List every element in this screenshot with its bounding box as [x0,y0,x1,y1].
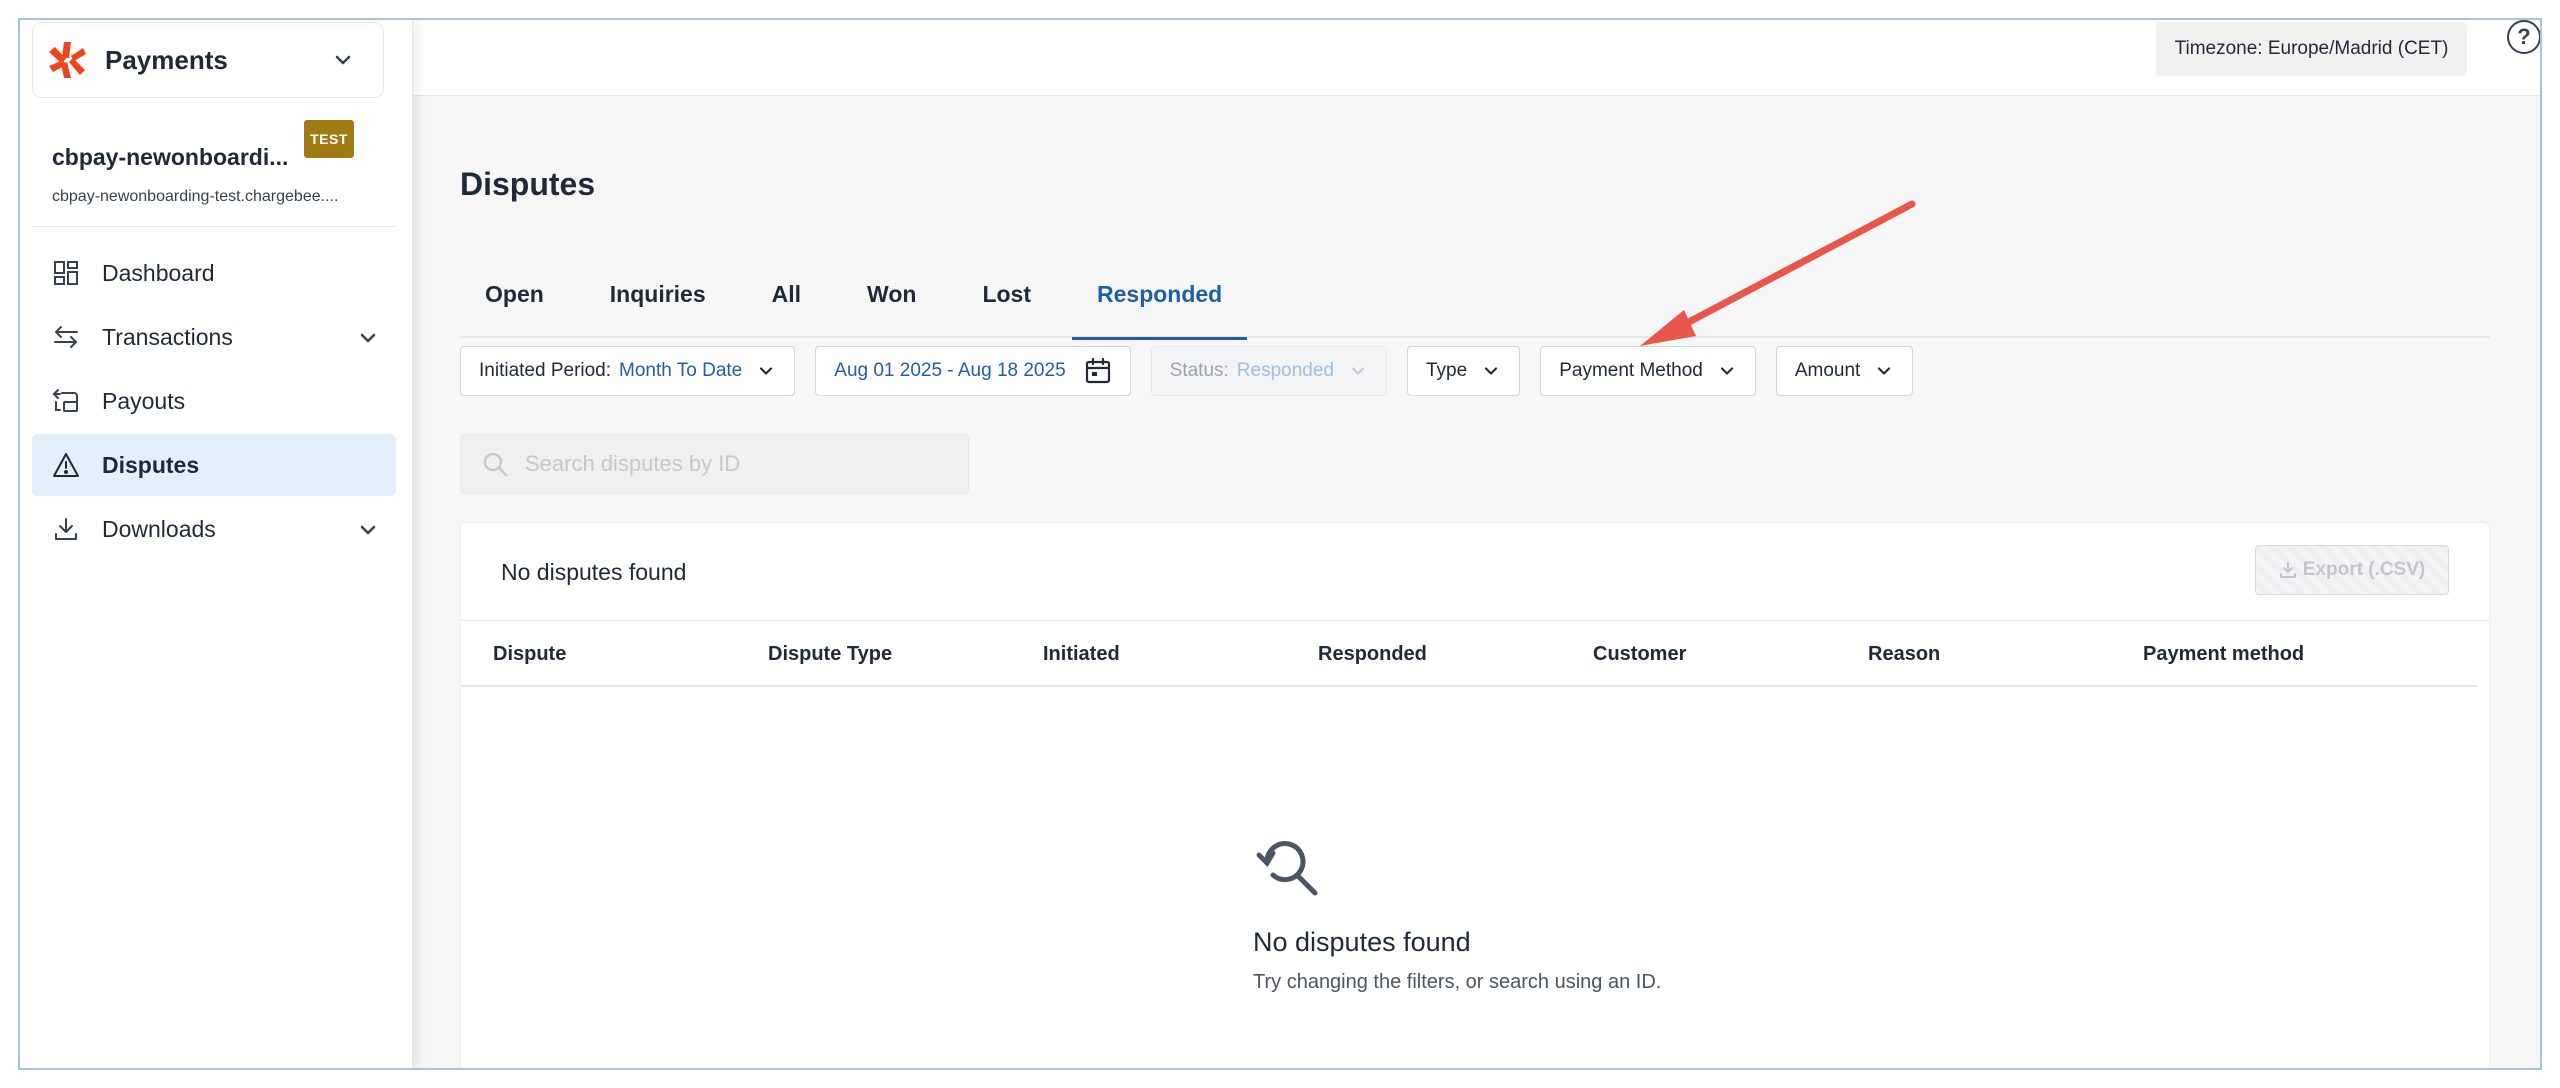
export-csv-button[interactable]: Export (.CSV) [2255,545,2449,595]
page-title: Disputes [460,166,596,202]
sidebar-item-label: Dashboard [102,259,215,286]
tab-inquiries[interactable]: Inquiries [585,250,731,338]
filter-label: Initiated Period: [479,360,612,381]
date-range-picker[interactable]: Aug 01 2025 - Aug 18 2025 [815,346,1131,396]
date-range-value: Aug 01 2025 - Aug 18 2025 [834,360,1066,381]
filter-label: Status: [1169,360,1229,381]
table-status-text: No disputes found [501,559,687,585]
chevron-down-icon [1351,367,1365,375]
column-header-dispute-type: Dispute Type [768,643,893,665]
top-bar: Timezone: Europe/Madrid (CET) ? [413,20,2540,96]
site-name: cbpay-newonboardi... [52,144,289,170]
sidebar-nav: Dashboard Transactions Payouts Disputes … [32,242,396,562]
type-filter[interactable]: Type [1407,346,1521,396]
disputes-table-card: No disputes found Export (.CSV) Dispute … [460,522,2490,1068]
sidebar-divider [32,226,396,227]
app-window: Payments cbpay-newonboardi... TEST cbpay… [18,18,2542,1070]
dashboard-icon [52,259,80,287]
empty-state-subtitle: Try changing the filters, or search usin… [1253,971,1662,993]
payout-icon [52,387,80,415]
empty-state: No disputes found Try changing the filte… [461,687,2489,1068]
sidebar-item-payouts[interactable]: Payouts [32,370,396,432]
search-icon [483,452,508,477]
test-mode-badge: TEST [304,120,354,158]
filter-label: Payment Method [1559,360,1703,381]
search-box [460,434,969,494]
sidebar-item-label: Payouts [102,387,186,414]
filter-label: Amount [1794,360,1861,381]
chevron-down-icon[interactable] [356,326,380,350]
chevron-down-icon[interactable] [356,518,380,542]
status-filter: Status: Responded [1150,346,1387,396]
tab-responded[interactable]: Responded [1072,250,1248,340]
warning-triangle-icon [52,451,80,479]
sidebar-item-disputes[interactable]: Disputes [32,434,396,496]
export-label: Export (.CSV) [2302,559,2426,580]
sidebar-item-label: Transactions [102,323,233,350]
app-name: Payments [105,44,228,75]
tab-won[interactable]: Won [842,250,941,338]
column-header-customer: Customer [1593,643,1687,665]
help-icon[interactable]: ? [2507,20,2540,54]
search-input[interactable] [525,451,945,477]
filter-bar: Initiated Period: Month To Date Aug 01 2… [460,346,1933,396]
sidebar-item-label: Disputes [102,451,200,478]
column-header-responded: Responded [1318,643,1427,665]
chevron-down-icon [1485,367,1498,375]
chevron-down-icon [1878,367,1891,375]
sidebar-item-downloads[interactable]: Downloads [32,498,396,560]
app-switcher[interactable]: Payments [32,22,384,98]
empty-state-title: No disputes found [1253,927,1471,957]
amount-filter[interactable]: Amount [1775,346,1914,396]
sidebar: Payments cbpay-newonboardi... TEST cbpay… [20,20,413,1068]
dispute-tabs: Open Inquiries All Won Lost Responded [460,250,2490,340]
filter-value: Responded [1236,360,1334,381]
chevron-down-icon [1720,367,1733,375]
filter-value: Month To Date [619,360,743,381]
chevron-down-icon [760,367,773,375]
sidebar-item-transactions[interactable]: Transactions [32,306,396,368]
table-header-bar: No disputes found Export (.CSV) [461,523,2489,621]
search-refresh-icon [1256,841,1318,896]
column-header-dispute: Dispute [493,643,567,665]
download-icon [2279,562,2296,578]
column-header-initiated: Initiated [1043,643,1120,665]
chargebee-logo-icon [47,40,87,80]
tab-open[interactable]: Open [460,250,569,338]
chevron-down-icon [335,55,351,65]
payment-method-filter[interactable]: Payment Method [1540,346,1756,396]
site-domain: cbpay-newonboarding-test.chargebee.... [52,188,339,205]
filter-label: Type [1426,360,1468,381]
download-icon [52,515,80,543]
calendar-icon [1085,357,1110,384]
column-header-reason: Reason [1868,643,1941,665]
sidebar-item-label: Downloads [102,515,216,542]
timezone-label: Timezone: Europe/Madrid (CET) [2156,22,2467,76]
tab-lost[interactable]: Lost [957,250,1056,338]
column-header-payment-method: Payment method [2143,643,2305,665]
sidebar-item-dashboard[interactable]: Dashboard [32,242,396,304]
transfer-arrows-icon [52,323,80,351]
tab-all[interactable]: All [747,250,826,338]
initiated-period-filter[interactable]: Initiated Period: Month To Date [460,346,796,396]
table-column-headers: Dispute Dispute Type Initiated Responded… [461,621,2477,687]
